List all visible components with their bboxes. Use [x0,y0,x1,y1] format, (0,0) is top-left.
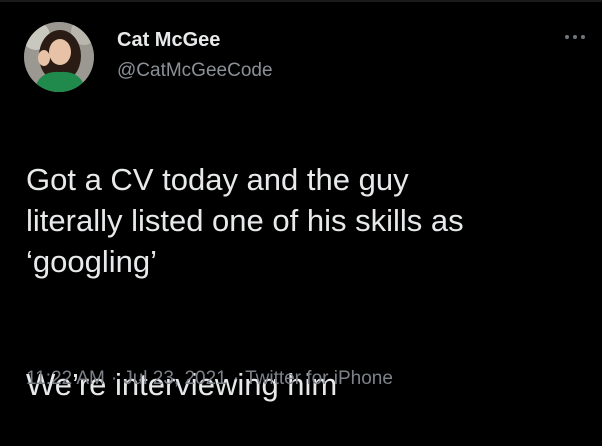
tweet-source[interactable]: Twitter for iPhone [245,368,393,389]
tweet-time[interactable]: 11:22 AM [26,368,105,389]
meta-separator: · [110,368,118,389]
author-name[interactable]: Cat McGee [117,28,220,52]
tweet-date[interactable]: Jul 23, 2021 [123,368,227,389]
top-divider [0,0,602,2]
more-horizontal-icon[interactable] [562,30,588,44]
tweet-text-paragraph: Got a CV today and the guy literally lis… [26,162,464,279]
tweet-meta: 11:22 AM · Jul 23, 2021 · Twitter for iPhone [26,367,393,391]
avatar[interactable] [24,22,94,92]
tweet-card: Cat McGee @CatMcGeeCode Got a CV today a… [0,0,602,406]
meta-separator: · [232,368,240,389]
author-handle[interactable]: @CatMcGeeCode [117,59,273,82]
tweet-text: Got a CV today and the guy literally lis… [26,118,586,446]
